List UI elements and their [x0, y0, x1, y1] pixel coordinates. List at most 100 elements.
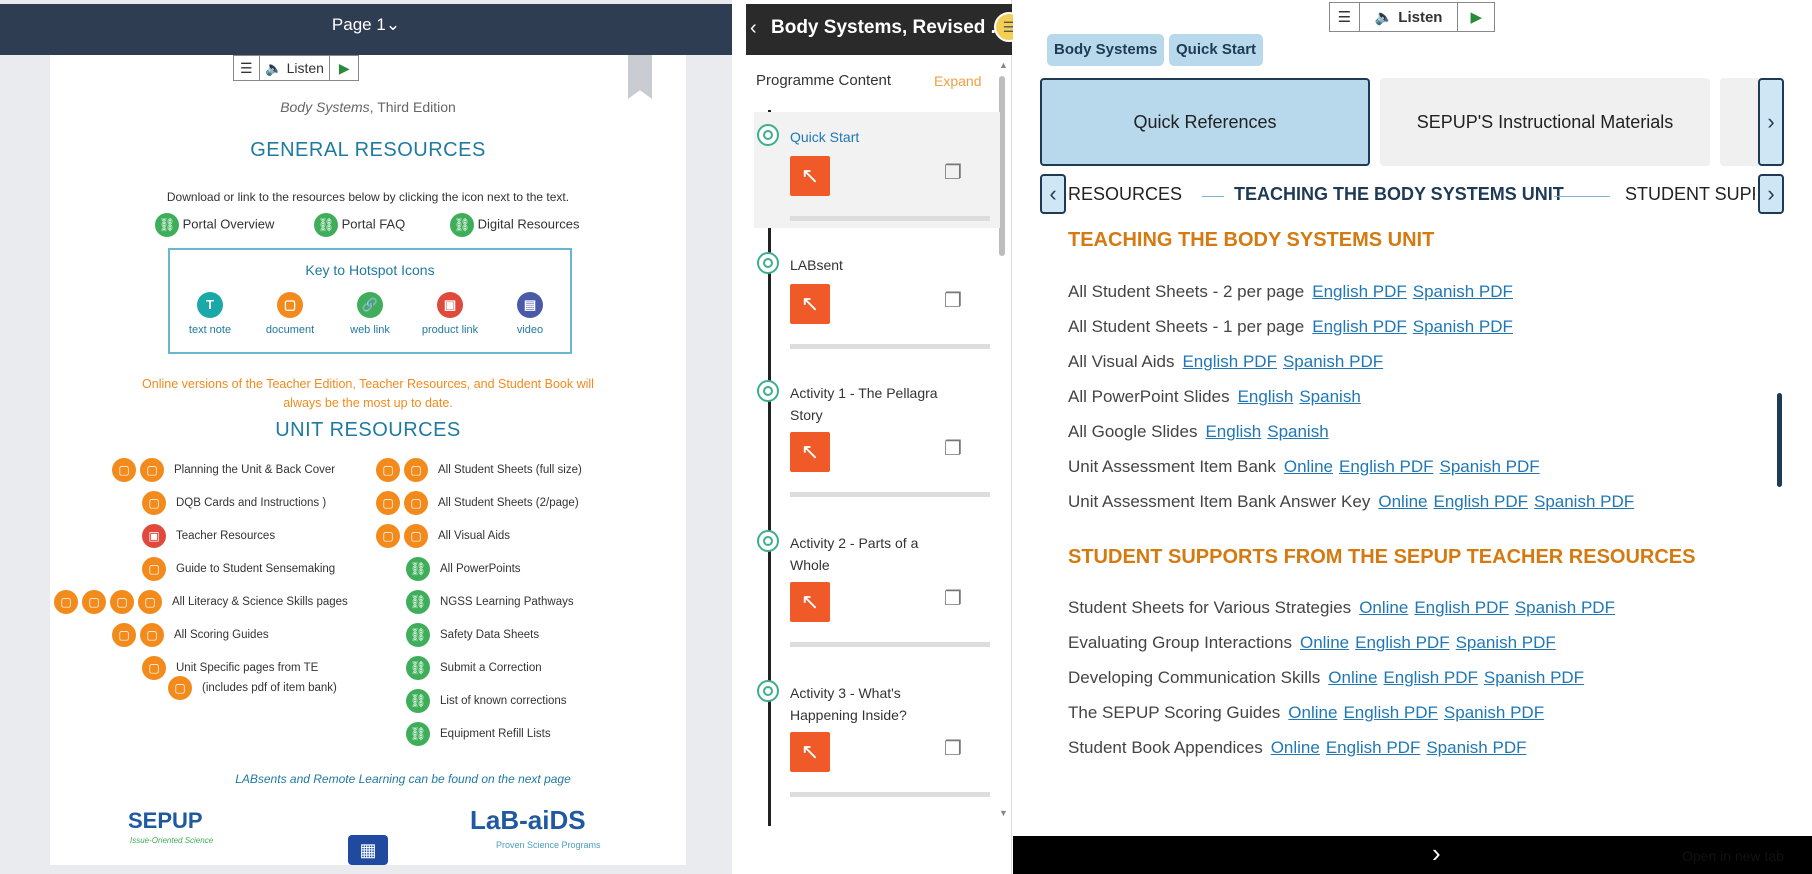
- back-chevron-icon[interactable]: ‹: [750, 4, 757, 52]
- resource-row: All Student Sheets - 2 per page English P…: [1068, 282, 1513, 302]
- scroll-up-icon[interactable]: ▲: [999, 60, 1008, 70]
- resource-link[interactable]: Spanish PDF: [1283, 352, 1383, 371]
- unit-item-scoring[interactable]: ▢ ▢ All Scoring Guides: [112, 623, 269, 647]
- unit-item-teacher-resources[interactable]: ▣ Teacher Resources: [142, 524, 275, 548]
- unit-item-ngss[interactable]: ⛓ NGSS Learning Pathways: [406, 590, 574, 614]
- play-icon[interactable]: ▶: [1458, 3, 1494, 31]
- menu-icon[interactable]: ☰: [1330, 3, 1360, 31]
- resource-link[interactable]: Spanish PDF: [1444, 703, 1544, 722]
- resource-link[interactable]: Spanish PDF: [1426, 738, 1526, 757]
- document-icon: ▢: [376, 524, 400, 548]
- resource-link[interactable]: Spanish: [1267, 422, 1328, 441]
- next-page-arrow-icon[interactable]: ›: [1432, 838, 1441, 869]
- general-link-portal-faq[interactable]: ⛓ Portal FAQ: [314, 213, 405, 237]
- page-selector[interactable]: Page 1⌄: [0, 4, 732, 55]
- resource-link[interactable]: Spanish: [1299, 387, 1360, 406]
- programme-content-header: Programme Content Expand: [746, 64, 1006, 104]
- grid-menu-button[interactable]: ▦: [348, 835, 388, 865]
- resource-link[interactable]: English PDF: [1434, 492, 1528, 511]
- resource-link[interactable]: Online: [1300, 633, 1349, 652]
- document-icon: ▢: [404, 524, 428, 548]
- launch-activity-icon[interactable]: ↖: [790, 284, 830, 324]
- resource-link[interactable]: Online: [1288, 703, 1337, 722]
- unit-item-equipment-refill[interactable]: ⛓ Equipment Refill Lists: [406, 722, 551, 746]
- unit-item-literacy[interactable]: ▢ ▢ ▢ ▢ All Literacy & Science Skills pages: [54, 590, 348, 614]
- resource-link[interactable]: Spanish PDF: [1440, 457, 1540, 476]
- unit-item-item-bank[interactable]: ▢ (includes pdf of item bank): [168, 676, 337, 700]
- copy-icon[interactable]: ❐: [944, 160, 966, 186]
- activity-item-2[interactable]: Activity 2 - Parts of a Whole ↖ ❐: [754, 518, 1000, 654]
- copy-icon[interactable]: ❐: [944, 288, 966, 314]
- tab-quick-references[interactable]: Quick References: [1040, 78, 1370, 166]
- tabs-next-arrow-icon[interactable]: ›: [1758, 78, 1784, 166]
- unit-item-safety[interactable]: ⛓ Safety Data Sheets: [406, 623, 539, 647]
- resource-link[interactable]: English PDF: [1182, 352, 1276, 371]
- unit-item-powerpoints[interactable]: ⛓ All PowerPoints: [406, 557, 521, 581]
- content-scroll-thumb[interactable]: [1777, 393, 1782, 487]
- activity-item-labsent[interactable]: LABsent ↖ ❐: [754, 240, 1000, 356]
- download-instructions: Download or link to the resources below …: [166, 190, 570, 204]
- general-link-digital-resources[interactable]: ⛓ Digital Resources: [450, 213, 580, 237]
- resource-link[interactable]: English PDF: [1355, 633, 1449, 652]
- open-in-new-tab-link[interactable]: Open in new tab: [1682, 848, 1784, 864]
- resource-link[interactable]: Online: [1271, 738, 1320, 757]
- unit-item-planning[interactable]: ▢ ▢ Planning the Unit & Back Cover: [112, 458, 335, 482]
- unit-item-known-corrections[interactable]: ⛓ List of known corrections: [406, 689, 567, 713]
- unit-item-visual-aids[interactable]: ▢ ▢ All Visual Aids: [376, 524, 510, 548]
- strip-next-arrow-icon[interactable]: ›: [1758, 174, 1784, 214]
- copy-icon[interactable]: ❐: [944, 436, 966, 462]
- tab-instructional-materials[interactable]: SEPUP'S Instructional Materials: [1380, 78, 1710, 166]
- activity-item-quick-start[interactable]: Quick Start ↖ ❐: [754, 112, 1000, 228]
- resource-link[interactable]: English PDF: [1339, 457, 1433, 476]
- listen-button[interactable]: 🔈 Listen: [1360, 3, 1459, 31]
- resource-link[interactable]: English PDF: [1312, 282, 1406, 301]
- unit-item-sensemaking[interactable]: ▢ Guide to Student Sensemaking: [142, 557, 335, 581]
- activity-status-icon: [757, 680, 779, 702]
- expand-button[interactable]: Expand: [934, 73, 981, 89]
- link-icon: ⛓: [406, 689, 430, 713]
- activity-progress-bar: [790, 344, 990, 349]
- unit-item-dqb[interactable]: ▢ DQB Cards and Instructions ): [142, 491, 326, 515]
- listen-button[interactable]: 🔈 Listen: [260, 56, 331, 80]
- copy-icon[interactable]: ❐: [944, 736, 966, 762]
- activity-item-1[interactable]: Activity 1 - The Pellagra Story ↖ ❐: [754, 368, 1000, 504]
- resource-link[interactable]: Spanish PDF: [1413, 282, 1513, 301]
- launch-activity-icon[interactable]: ↖: [790, 432, 830, 472]
- strip-item-student-supports[interactable]: STUDENT SUPPO: [1625, 184, 1755, 205]
- menu-icon[interactable]: ☰: [234, 56, 260, 80]
- resource-link[interactable]: Online: [1328, 668, 1377, 687]
- strip-prev-arrow-icon[interactable]: ‹: [1040, 174, 1066, 214]
- resource-link[interactable]: Online: [1284, 457, 1333, 476]
- resource-link[interactable]: English PDF: [1312, 317, 1406, 336]
- resource-link[interactable]: English PDF: [1383, 668, 1477, 687]
- resource-link[interactable]: English PDF: [1326, 738, 1420, 757]
- resource-link[interactable]: Online: [1359, 598, 1408, 617]
- strip-item-teaching[interactable]: TEACHING THE BODY SYSTEMS UNIT: [1234, 184, 1564, 205]
- launch-activity-icon[interactable]: ↖: [790, 732, 830, 772]
- strip-item-resources[interactable]: RESOURCES: [1068, 184, 1182, 205]
- launch-activity-icon[interactable]: ↖: [790, 582, 830, 622]
- play-icon[interactable]: ▶: [330, 56, 358, 80]
- tab-next-partial[interactable]: [1720, 78, 1760, 166]
- breadcrumb-body-systems[interactable]: Body Systems: [1047, 34, 1165, 66]
- resource-link[interactable]: Spanish PDF: [1413, 317, 1513, 336]
- resource-link[interactable]: Spanish PDF: [1456, 633, 1556, 652]
- resource-link[interactable]: Spanish PDF: [1484, 668, 1584, 687]
- unit-item-submit-correction[interactable]: ⛓ Submit a Correction: [406, 656, 542, 680]
- unit-item-student-sheets-2page[interactable]: ▢ ▢ All Student Sheets (2/page): [376, 491, 579, 515]
- unit-item-student-sheets-full[interactable]: ▢ ▢ All Student Sheets (full size): [376, 458, 582, 482]
- resource-link[interactable]: Online: [1378, 492, 1427, 511]
- resource-link[interactable]: Spanish PDF: [1534, 492, 1634, 511]
- resource-link[interactable]: English: [1205, 422, 1261, 441]
- launch-activity-icon[interactable]: ↖: [790, 156, 830, 196]
- general-link-portal-overview[interactable]: ⛓ Portal Overview: [155, 213, 274, 237]
- activity-item-3[interactable]: Activity 3 - What's Happening Inside? ↖ …: [754, 668, 1000, 804]
- document-icon: ▢: [404, 491, 428, 515]
- resource-link[interactable]: English PDF: [1414, 598, 1508, 617]
- resource-link[interactable]: English PDF: [1343, 703, 1437, 722]
- resource-link[interactable]: Spanish PDF: [1515, 598, 1615, 617]
- copy-icon[interactable]: ❐: [944, 586, 966, 612]
- breadcrumb-quick-start[interactable]: Quick Start: [1169, 34, 1264, 66]
- resource-link[interactable]: English: [1238, 387, 1294, 406]
- scroll-down-icon[interactable]: ▼: [999, 808, 1008, 818]
